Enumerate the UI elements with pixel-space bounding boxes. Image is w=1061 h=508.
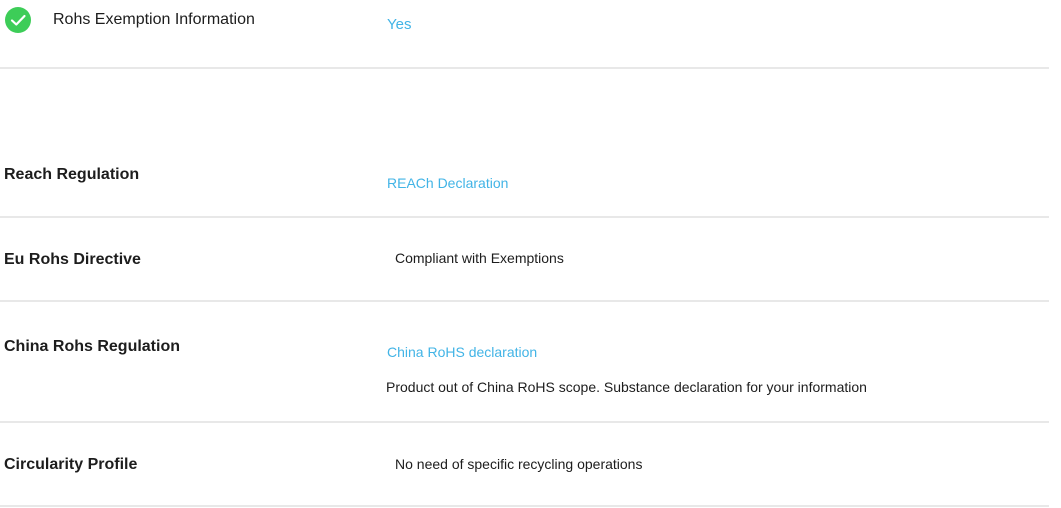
china-rohs-regulation-label: China Rohs Regulation [4, 338, 180, 355]
circularity-profile-value: No need of specific recycling operations [395, 456, 643, 472]
reach-declaration-link[interactable]: REACh Declaration [387, 175, 508, 191]
eu-rohs-directive-value: Compliant with Exemptions [395, 250, 564, 266]
circularity-profile-label: Circularity Profile [4, 456, 138, 473]
rohs-exemption-label: Rohs Exemption Information [53, 11, 255, 28]
check-circle-icon [5, 7, 31, 33]
china-rohs-declaration-link[interactable]: China RoHS declaration [387, 344, 537, 360]
rohs-exemption-value[interactable]: Yes [387, 16, 411, 33]
divider [0, 421, 1049, 423]
divider [0, 505, 1049, 507]
reach-regulation-label: Reach Regulation [4, 166, 140, 183]
divider [0, 300, 1049, 302]
divider [0, 67, 1049, 69]
divider [0, 216, 1049, 218]
eu-rohs-directive-label: Eu Rohs Directive [4, 251, 141, 268]
china-rohs-scope-note: Product out of China RoHS scope. Substan… [386, 379, 867, 395]
